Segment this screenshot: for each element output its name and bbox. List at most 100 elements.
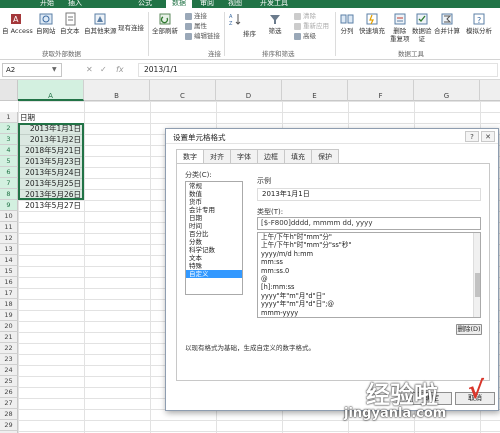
format-code-item[interactable]: [$-F800]dddd, mmmm dd, yyyy	[258, 316, 480, 317]
ribbon-tab[interactable]: 开发工具	[260, 0, 288, 8]
row-header[interactable]: 4	[0, 145, 18, 156]
column-header[interactable]: G	[414, 80, 480, 101]
category-list[interactable]: 常规 数值 货币 会计专用 日期 时间 百分比 分数 科学记数 文本 特殊 自定义	[185, 181, 243, 295]
close-icon[interactable]: ✕	[481, 131, 495, 142]
dialog-tab[interactable]: 对齐	[203, 149, 231, 163]
dialog-tab[interactable]: 字体	[230, 149, 258, 163]
date-cell[interactable]: 2013年5月25日	[18, 178, 84, 189]
cancel-entry-icon[interactable]: ✕	[86, 63, 93, 77]
category-item[interactable]: 日期	[186, 214, 242, 222]
row-header[interactable]: 24	[0, 365, 18, 376]
edit-links-button[interactable]: 编辑链接	[185, 32, 220, 40]
ribbon-tab[interactable]: 插入	[68, 0, 82, 8]
row-header[interactable]: 13	[0, 244, 18, 255]
date-cell[interactable]: 2013年5月24日	[18, 167, 84, 178]
category-item[interactable]: 文本	[186, 254, 242, 262]
row-header[interactable]: 19	[0, 310, 18, 321]
category-item[interactable]: 自定义	[186, 270, 242, 278]
date-cell[interactable]: 2018年5月21日	[18, 145, 84, 156]
date-cell[interactable]: 2013年5月23日	[18, 156, 84, 167]
category-item[interactable]: 分数	[186, 238, 242, 246]
refresh-all-button[interactable]: 全部刷新	[152, 12, 178, 35]
date-cell[interactable]: 2013年1月2日	[18, 134, 84, 145]
category-item[interactable]: 特殊	[186, 262, 242, 270]
row-header[interactable]: 20	[0, 321, 18, 332]
category-item[interactable]: 货币	[186, 198, 242, 206]
row-header[interactable]: 11	[0, 222, 18, 233]
confirm-entry-icon[interactable]: ✓	[100, 63, 107, 77]
row-header[interactable]: 5	[0, 156, 18, 167]
filter-button[interactable]: 筛选	[268, 12, 282, 35]
row-header[interactable]: 8	[0, 189, 18, 200]
row-header[interactable]: 10	[0, 211, 18, 222]
row-header[interactable]: 26	[0, 387, 18, 398]
format-code-item[interactable]: yyyy"年"m"月"d"日";@	[258, 300, 480, 308]
reapply-button[interactable]: 重新应用	[294, 22, 329, 30]
ribbon-tab[interactable]: 公式	[138, 0, 152, 8]
existing-connections-button[interactable]: 现有连接	[118, 24, 144, 32]
format-code-item[interactable]: yyyy/m/d h:mm	[258, 250, 480, 258]
format-code-list[interactable]: 上午/下午h"时"mm"分" 上午/下午h"时"mm"分"ss"秒" yyyy/m/…	[257, 232, 481, 318]
sort-az-button[interactable]: AZ	[228, 12, 242, 27]
column-header[interactable]: C	[150, 80, 216, 101]
dialog-tab[interactable]: 数字	[176, 149, 204, 164]
category-item[interactable]: 会计专用	[186, 206, 242, 214]
format-code-item[interactable]: mm:ss.0	[258, 267, 480, 275]
row-header[interactable]: 29	[0, 420, 18, 431]
column-header[interactable]: H	[480, 80, 500, 101]
properties-button[interactable]: 属性	[185, 22, 207, 30]
row-header[interactable]: 27	[0, 398, 18, 409]
column-header[interactable]: E	[282, 80, 348, 101]
insert-function-icon[interactable]: fx	[116, 63, 124, 77]
what-if-analysis-button[interactable]: ? 模拟分析	[466, 12, 492, 35]
flash-fill-button[interactable]: 快速填充	[359, 12, 385, 35]
clear-filter-button[interactable]: 清除	[294, 12, 316, 20]
ribbon-tab[interactable]: 视图	[228, 0, 242, 8]
column-header[interactable]: A	[18, 80, 84, 101]
row-header[interactable]: 3	[0, 134, 18, 145]
row-header[interactable]: 15	[0, 266, 18, 277]
cell-a1[interactable]: 日期	[20, 112, 35, 123]
select-all-corner[interactable]	[0, 80, 18, 101]
formula-input[interactable]: 2013/1/1	[138, 63, 498, 77]
format-code-item[interactable]: mmm-yyyy	[258, 309, 480, 317]
category-item[interactable]: 科学记数	[186, 246, 242, 254]
row-header[interactable]: 6	[0, 167, 18, 178]
category-item[interactable]: 数值	[186, 190, 242, 198]
connections-button[interactable]: 连接	[185, 12, 207, 20]
row-header[interactable]: 28	[0, 409, 18, 420]
row-header[interactable]: 25	[0, 376, 18, 387]
date-cell[interactable]: 2013年5月26日	[18, 189, 84, 200]
column-header[interactable]: D	[216, 80, 282, 101]
row-header[interactable]: 22	[0, 343, 18, 354]
sort-button[interactable]: 排序	[243, 30, 256, 38]
row-header[interactable]: 7	[0, 178, 18, 189]
category-item[interactable]: 常规	[186, 182, 242, 190]
advanced-filter-button[interactable]: 高级	[294, 32, 316, 40]
delete-button[interactable]: 删除(D)	[456, 324, 482, 335]
from-access-button[interactable]: A 自 Access	[2, 12, 33, 35]
row-header[interactable]: 18	[0, 299, 18, 310]
format-code-item[interactable]: @	[258, 275, 480, 283]
row-header[interactable]: 12	[0, 233, 18, 244]
format-code-item[interactable]: 上午/下午h"时"mm"分"ss"秒"	[258, 241, 480, 249]
row-header[interactable]: 9	[0, 200, 18, 211]
help-icon[interactable]: ?	[465, 131, 479, 142]
row-header[interactable]: 16	[0, 277, 18, 288]
scrollbar-thumb[interactable]	[475, 273, 480, 297]
chevron-down-icon[interactable]: ▼	[52, 63, 57, 77]
from-web-button[interactable]: 自网站	[36, 12, 56, 35]
dialog-titlebar[interactable]: 设置单元格格式 ? ✕	[166, 129, 498, 144]
dialog-tab[interactable]: 保护	[311, 149, 339, 163]
ribbon-tab[interactable]: 审阅	[200, 0, 214, 8]
ribbon-tab[interactable]: 开始	[40, 0, 54, 8]
row-header[interactable]: 17	[0, 288, 18, 299]
format-list-scrollbar[interactable]	[473, 233, 480, 317]
consolidate-button[interactable]: 合并计算	[434, 12, 460, 35]
remove-duplicates-button[interactable]: 删除 重复项	[390, 12, 410, 43]
row-header[interactable]: 21	[0, 332, 18, 343]
format-code-item[interactable]: [h]:mm:ss	[258, 283, 480, 291]
dialog-tab[interactable]: 填充	[284, 149, 312, 163]
format-code-item[interactable]: yyyy"年"m"月"d"日"	[258, 292, 480, 300]
column-header[interactable]: F	[348, 80, 414, 101]
